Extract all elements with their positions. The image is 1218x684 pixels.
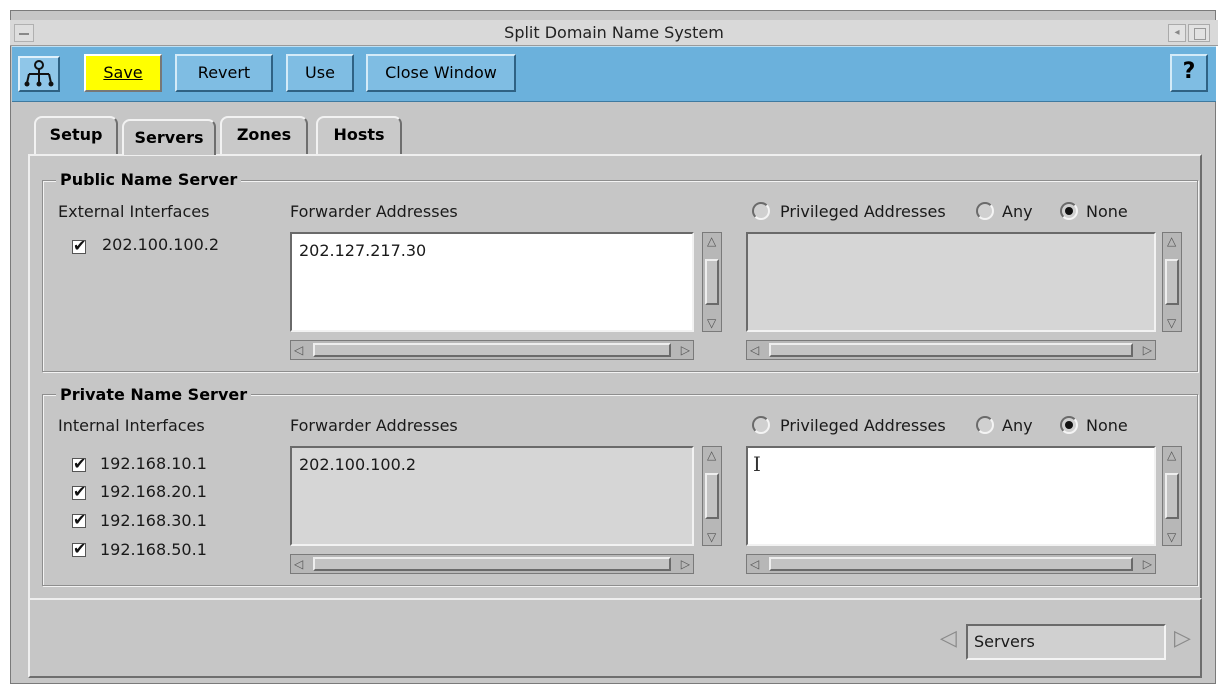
tab-hosts[interactable]: Hosts (316, 116, 402, 154)
forwarder-address: 202.127.217.30 (299, 241, 427, 260)
page-selector-value: Servers (974, 632, 1035, 651)
privileged-addresses-label: Privileged Addresses (780, 416, 946, 435)
interface-address: 192.168.30.1 (100, 511, 207, 530)
scroll-right-icon[interactable]: ▷ (1143, 344, 1152, 356)
scroll-left-icon[interactable]: ◁ (750, 558, 759, 570)
scroll-right-icon[interactable]: ▷ (681, 344, 690, 356)
title-bar[interactable]: Split Domain Name System (10, 20, 1218, 46)
private-forwarder-vscroll[interactable]: △ ▽ (702, 446, 722, 546)
private-forwarder-hscroll[interactable]: ◁ ▷ (290, 554, 694, 574)
scroll-thumb[interactable] (705, 473, 719, 519)
tab-label: Zones (236, 125, 292, 144)
scroll-left-icon[interactable]: ◁ (750, 344, 759, 356)
help-button[interactable]: ? (1170, 54, 1208, 92)
private-forwarder-addresses-field[interactable]: 202.100.100.2 (290, 446, 694, 546)
scroll-thumb[interactable] (705, 259, 719, 305)
private-privileged-vscroll[interactable]: △ ▽ (1162, 446, 1182, 546)
save-button-label: Save (103, 63, 143, 82)
minimize-icon[interactable]: ◂ (1168, 24, 1186, 42)
scroll-thumb[interactable] (1165, 473, 1179, 519)
interface-address: 202.100.100.2 (102, 235, 220, 254)
revert-button[interactable]: Revert (175, 54, 273, 92)
tab-zones[interactable]: Zones (220, 116, 308, 154)
public-privileged-hscroll[interactable]: ◁ ▷ (746, 340, 1156, 360)
scroll-up-icon[interactable]: △ (707, 449, 716, 461)
scroll-thumb[interactable] (769, 343, 1133, 357)
forwarder-address: 202.100.100.2 (299, 455, 417, 474)
scroll-down-icon[interactable]: ▽ (707, 317, 716, 329)
maximize-icon[interactable] (1188, 24, 1210, 42)
scroll-down-icon[interactable]: ▽ (1167, 531, 1176, 543)
interface-checkbox[interactable] (72, 511, 86, 529)
tab-servers[interactable]: Servers (122, 119, 216, 155)
close-window-button[interactable]: Close Window (366, 54, 516, 92)
interface-address: 192.168.10.1 (100, 454, 207, 473)
public-privileged-addresses-field[interactable] (746, 232, 1156, 332)
nav-next-icon[interactable]: ▷ (1174, 626, 1191, 651)
interface-checkbox[interactable] (72, 455, 86, 473)
none-label: None (1086, 202, 1128, 221)
save-button[interactable]: Save (84, 54, 162, 92)
use-button[interactable]: Use (286, 54, 354, 92)
forwarder-addresses-label: Forwarder Addresses (290, 416, 458, 435)
tab-setup[interactable]: Setup (34, 116, 118, 154)
scroll-down-icon[interactable]: ▽ (1167, 317, 1176, 329)
use-button-label: Use (305, 63, 335, 82)
window-menu-icon[interactable] (14, 24, 34, 42)
any-label: Any (1002, 416, 1033, 435)
public-name-server-title: Public Name Server (56, 170, 242, 190)
public-any-radio[interactable] (976, 202, 994, 220)
network-tree-icon[interactable] (18, 56, 60, 92)
help-icon: ? (1182, 59, 1196, 84)
public-forwarder-hscroll[interactable]: ◁ ▷ (290, 340, 694, 360)
public-privileged-radio[interactable] (752, 202, 770, 220)
public-forwarder-addresses-field[interactable]: 202.127.217.30 (290, 232, 694, 332)
scroll-thumb[interactable] (1165, 259, 1179, 305)
scroll-up-icon[interactable]: △ (1167, 449, 1176, 461)
scroll-left-icon[interactable]: ◁ (294, 344, 303, 356)
tab-label: Hosts (333, 125, 385, 144)
interface-checkbox[interactable] (72, 540, 86, 558)
any-label: Any (1002, 202, 1033, 221)
page-selector[interactable]: Servers (966, 624, 1166, 660)
tab-label: Setup (49, 125, 103, 144)
interface-address: 192.168.50.1 (100, 540, 207, 559)
external-interfaces-label: External Interfaces (58, 202, 210, 221)
private-none-radio[interactable] (1060, 416, 1078, 434)
interface-checkbox[interactable] (72, 483, 86, 501)
privileged-addresses-label: Privileged Addresses (780, 202, 946, 221)
scroll-down-icon[interactable]: ▽ (707, 531, 716, 543)
scroll-thumb[interactable] (313, 343, 671, 357)
private-name-server-title: Private Name Server (56, 385, 252, 405)
revert-button-label: Revert (197, 63, 251, 82)
scroll-right-icon[interactable]: ▷ (1143, 558, 1152, 570)
private-any-radio[interactable] (976, 416, 994, 434)
private-privileged-hscroll[interactable]: ◁ ▷ (746, 554, 1156, 574)
public-none-radio[interactable] (1060, 202, 1078, 220)
scroll-right-icon[interactable]: ▷ (681, 558, 690, 570)
window-title: Split Domain Name System (504, 23, 724, 42)
scroll-up-icon[interactable]: △ (1167, 235, 1176, 247)
tab-label: Servers (134, 128, 204, 147)
close-window-button-label: Close Window (385, 63, 497, 82)
scroll-left-icon[interactable]: ◁ (294, 558, 303, 570)
public-forwarder-vscroll[interactable]: △ ▽ (702, 232, 722, 332)
scroll-thumb[interactable] (769, 557, 1133, 571)
scroll-thumb[interactable] (313, 557, 671, 571)
interface-address: 192.168.20.1 (100, 482, 207, 501)
forwarder-addresses-label: Forwarder Addresses (290, 202, 458, 221)
text-cursor-icon: I (753, 452, 761, 476)
interface-checkbox[interactable] (72, 237, 86, 255)
private-privileged-addresses-field[interactable]: I (746, 446, 1156, 546)
scroll-up-icon[interactable]: △ (707, 235, 716, 247)
public-privileged-vscroll[interactable]: △ ▽ (1162, 232, 1182, 332)
nav-previous-icon[interactable]: ◁ (940, 626, 957, 651)
internal-interfaces-label: Internal Interfaces (58, 416, 205, 435)
private-privileged-radio[interactable] (752, 416, 770, 434)
none-label: None (1086, 416, 1128, 435)
